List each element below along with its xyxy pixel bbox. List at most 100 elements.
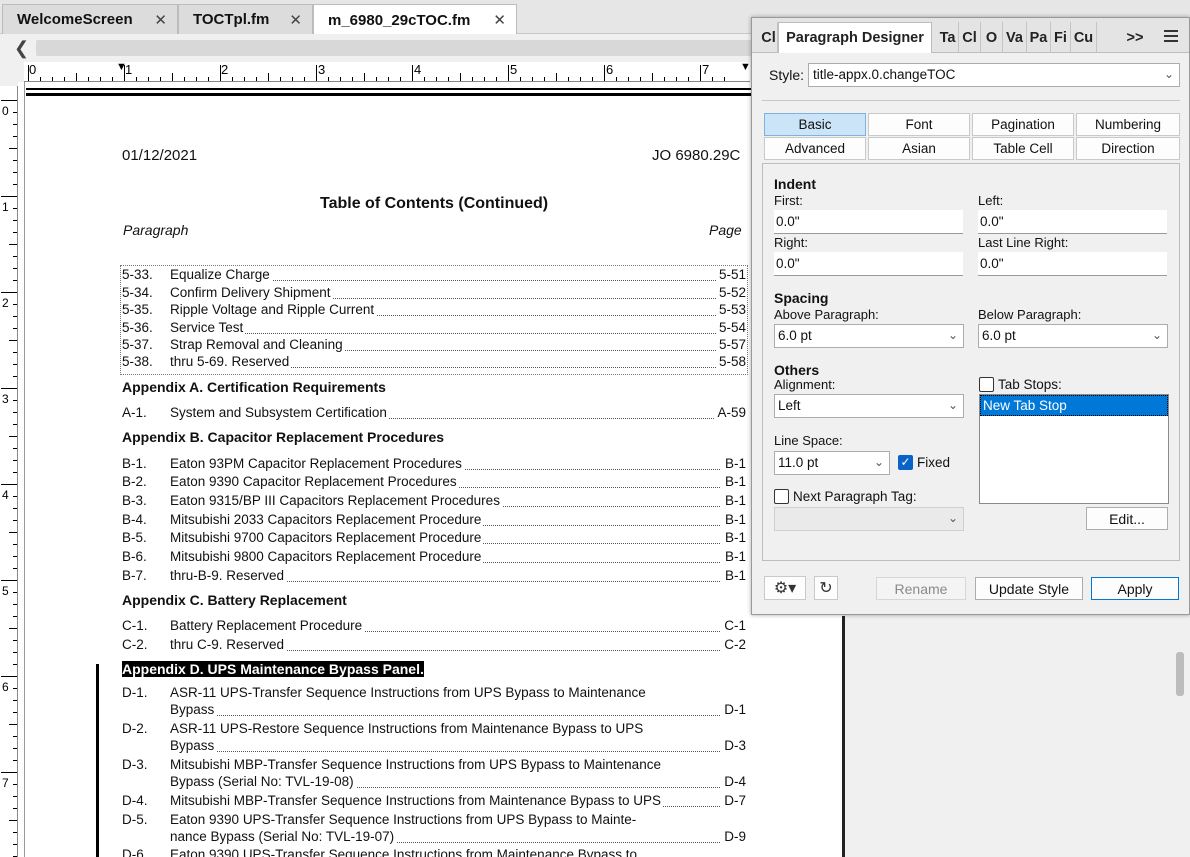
tab-m-6980-29ctoc[interactable]: m_6980_29cTOC.fm ✕ — [313, 4, 517, 35]
tab-stops-label: Tab Stops: — [998, 377, 1062, 392]
indent-marker-icon[interactable]: ▼ — [116, 61, 127, 73]
column-heading-page[interactable]: Page — [709, 222, 742, 238]
last-line-right-label: Last Line Right: — [978, 235, 1069, 250]
toc-entry-continuation[interactable]: nance Bypass (Serial No: TVL-19-07) D-9 — [122, 829, 746, 847]
toc-entry[interactable]: C-2. thru C-9. Reserved C-2 — [122, 637, 746, 655]
tab-numbering[interactable]: Numbering — [1076, 113, 1180, 136]
tab-direction[interactable]: Direction — [1076, 137, 1180, 160]
rename-button[interactable]: Rename — [876, 577, 966, 600]
right-indent-field[interactable]: 0.0" — [774, 252, 963, 276]
toc-entry[interactable]: 5-35. Ripple Voltage and Ripple Current 5-… — [122, 302, 746, 320]
style-dropdown[interactable]: title-appx.0.changeTOC ⌄ — [808, 63, 1180, 87]
refresh-button[interactable]: ↻ — [814, 576, 838, 600]
toc-entry[interactable]: D-4. Mitsubishi MBP-Transfer Sequence Ins… — [122, 793, 746, 811]
close-icon[interactable]: ✕ — [289, 11, 302, 29]
settings-menu-button[interactable]: ⚙▾ — [764, 576, 806, 600]
horizontal-scrollbar[interactable]: ❮ — [0, 34, 760, 62]
tab-stops-list[interactable]: New Tab Stop — [979, 394, 1169, 504]
toc-entry[interactable]: B-5. Mitsubishi 9700 Capacitors Replaceme… — [122, 530, 746, 548]
appendix-heading[interactable]: Appendix A. Certification Requirements — [122, 379, 386, 395]
close-icon[interactable]: ✕ — [154, 11, 167, 29]
toc-entry[interactable]: D-6. Eaton 9390 UPS-Transfer Sequence Ins… — [122, 847, 746, 857]
update-style-button[interactable]: Update Style — [975, 577, 1083, 600]
tab-stops-checkbox[interactable] — [979, 377, 994, 392]
appendix-heading[interactable]: Appendix B. Capacitor Replacement Proced… — [122, 429, 444, 445]
toc-entry[interactable]: 5-37. Strap Removal and Cleaning 5-57 — [122, 337, 746, 355]
header-doc-id[interactable]: JO 6980.29C — [652, 147, 740, 164]
left-indent-label: Left: — [978, 193, 1004, 208]
fixed-checkbox[interactable]: ✓ — [898, 455, 913, 470]
toc-entry[interactable]: D-2. ASR-11 UPS-Restore Sequence Instruct… — [122, 721, 746, 739]
toc-title[interactable]: Table of Contents (Continued) — [320, 195, 548, 213]
tab-object[interactable]: O — [981, 22, 1003, 53]
toc-entry[interactable]: D-3. Mitsubishi MBP-Transfer Sequence Ins… — [122, 757, 746, 775]
tab-character[interactable]: Cl — [760, 22, 778, 53]
ruler-tick — [13, 268, 17, 269]
tab-cl[interactable]: Cl — [959, 22, 981, 53]
toc-entry[interactable]: B-2. Eaton 9390 Capacitor Replacement Pro… — [122, 474, 746, 492]
ruler-tick — [13, 520, 17, 521]
ruler-tick — [1, 292, 17, 293]
toc-entry[interactable]: 5-38. thru 5-69. Reserved 5-58 — [122, 354, 746, 372]
toc-entry[interactable]: A-1. System and Subsystem Certification A-… — [122, 405, 746, 423]
tab-pages[interactable]: Pa — [1027, 22, 1051, 53]
ruler-number: 6 — [2, 680, 9, 694]
toc-entry[interactable]: B-1. Eaton 93PM Capacitor Replacement Pro… — [122, 456, 746, 474]
toc-entry[interactable]: B-3. Eaton 9315/BP III Capacitors Replace… — [122, 493, 746, 511]
divider — [762, 100, 1180, 101]
edit-tab-stop-button[interactable]: Edit... — [1086, 507, 1168, 530]
toc-entry[interactable]: D-1. ASR-11 UPS-Transfer Sequence Instruc… — [122, 685, 746, 703]
line-space-dropdown[interactable]: 11.0 pt ⌄ — [774, 451, 890, 475]
hamburger-menu-icon[interactable] — [1164, 30, 1178, 45]
right-margin-marker-icon[interactable]: ▼ — [740, 61, 751, 73]
chevron-left-icon[interactable]: ❮ — [14, 38, 29, 59]
tab-overflow-button[interactable]: >> — [1117, 22, 1153, 53]
tab-table-cell[interactable]: Table Cell — [972, 137, 1074, 160]
close-icon[interactable]: ✕ — [493, 11, 506, 29]
tab-paragraph-designer[interactable]: Paragraph Designer — [778, 22, 932, 53]
tab-font[interactable]: Font — [868, 113, 970, 136]
tab-stop-item[interactable]: New Tab Stop — [980, 395, 1168, 416]
toc-entry[interactable]: 5-34. Confirm Delivery Shipment 5-52 — [122, 285, 746, 303]
toc-entry[interactable]: B-7. thru-B-9. Reserved B-1 — [122, 568, 746, 586]
header-date[interactable]: 01/12/2021 — [122, 147, 197, 164]
tab-variables[interactable]: Va — [1003, 22, 1027, 53]
entry-number: B-3. — [122, 493, 147, 508]
next-paragraph-tag-checkbox[interactable] — [774, 489, 789, 504]
tab-toctpl[interactable]: TOCTpl.fm ✕ — [178, 4, 313, 34]
left-indent-field[interactable]: 0.0" — [978, 210, 1167, 234]
ruler-tick — [280, 77, 281, 81]
next-paragraph-tag-dropdown[interactable]: ⌄ — [774, 507, 964, 531]
toc-entry[interactable]: B-4. Mitsubishi 2033 Capacitors Replaceme… — [122, 512, 746, 530]
tab-asian[interactable]: Asian — [868, 137, 970, 160]
below-paragraph-dropdown[interactable]: 6.0 pt ⌄ — [978, 324, 1168, 348]
column-heading-paragraph[interactable]: Paragraph — [123, 222, 188, 238]
tab-basic[interactable]: Basic — [764, 113, 866, 136]
last-line-right-field[interactable]: 0.0" — [978, 252, 1167, 276]
horizontal-ruler[interactable]: 0 1 2 3 4 5 6 7 ▼ ▼ — [24, 61, 751, 82]
toc-entry-continuation[interactable]: Bypass D-1 — [122, 702, 746, 720]
tab-advanced[interactable]: Advanced — [764, 137, 866, 160]
toc-entry[interactable]: C-1. Battery Replacement Procedure C-1 — [122, 618, 746, 636]
above-paragraph-dropdown[interactable]: 6.0 pt ⌄ — [774, 324, 964, 348]
tab-pagination[interactable]: Pagination — [972, 113, 1074, 136]
alignment-dropdown[interactable]: Left ⌄ — [774, 394, 964, 418]
apply-button[interactable]: Apply — [1091, 577, 1179, 600]
first-indent-field[interactable]: 0.0" — [774, 210, 963, 234]
toc-entry[interactable]: 5-36. Service Test 5-54 — [122, 320, 746, 338]
vertical-scrollbar-thumb[interactable] — [1176, 652, 1184, 696]
toc-entry[interactable]: B-6. Mitsubishi 9800 Capacitors Replaceme… — [122, 549, 746, 567]
appendix-heading[interactable]: Appendix C. Battery Replacement — [122, 592, 347, 608]
ruler-tick — [13, 832, 17, 833]
tab-cu[interactable]: Cu — [1071, 22, 1097, 53]
toc-entry[interactable]: 5-33. Equalize Charge 5-51 — [122, 267, 746, 285]
tab-find[interactable]: Fi — [1051, 22, 1071, 53]
tab-table[interactable]: Ta — [937, 22, 959, 53]
tab-welcome-screen[interactable]: WelcomeScreen ✕ — [2, 4, 178, 34]
toc-entry-continuation[interactable]: Bypass D-3 — [122, 738, 746, 756]
scrollbar-track[interactable] — [36, 40, 756, 56]
toc-entry-continuation[interactable]: Bypass (Serial No: TVL-19-08) D-4 — [122, 774, 746, 792]
entry-page: D-9 — [722, 829, 746, 844]
appendix-heading-selected[interactable]: Appendix D. UPS Maintenance Bypass Panel… — [122, 661, 424, 677]
toc-entry[interactable]: D-5. Eaton 9390 UPS-Transfer Sequence Ins… — [122, 812, 746, 830]
